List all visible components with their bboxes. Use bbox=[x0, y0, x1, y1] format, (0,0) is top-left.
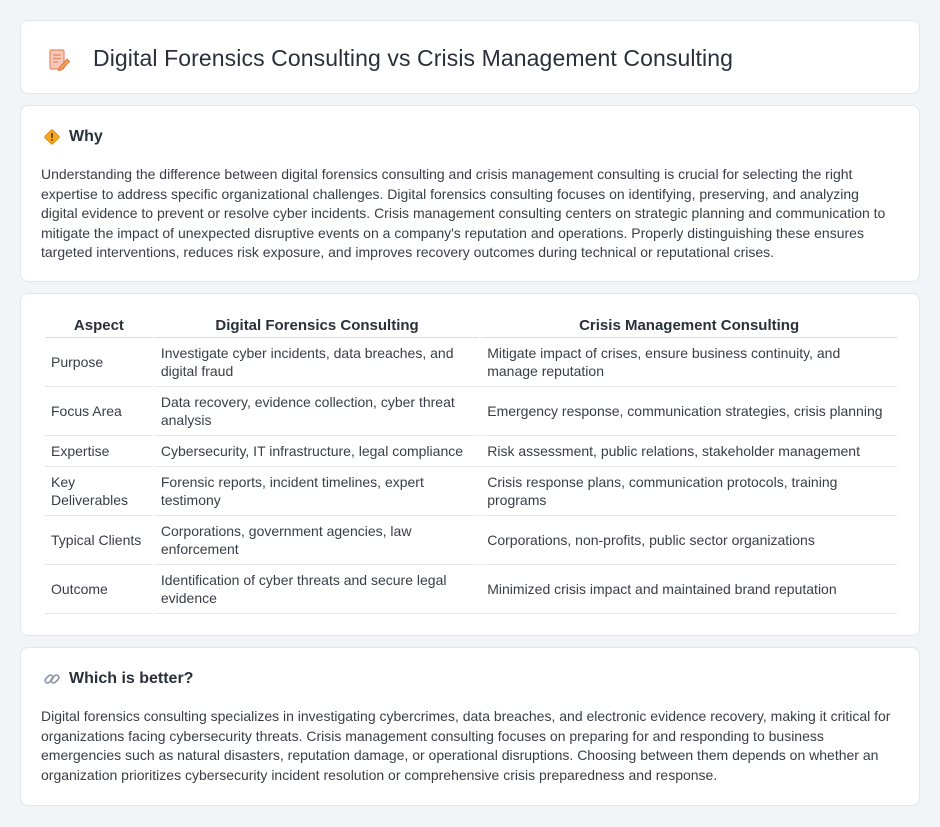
table-row: Outcome Identification of cyber threats … bbox=[45, 565, 897, 614]
row-crisis-management: Crisis response plans, communication pro… bbox=[481, 467, 897, 516]
row-digital-forensics: Identification of cyber threats and secu… bbox=[154, 565, 480, 614]
row-crisis-management: Emergency response, communication strate… bbox=[481, 387, 897, 436]
comparison-table: Aspect Digital Forensics Consulting Cris… bbox=[43, 314, 899, 614]
column-header-aspect: Aspect bbox=[45, 314, 153, 338]
why-heading-label: Why bbox=[69, 128, 103, 145]
row-aspect: Focus Area bbox=[45, 387, 153, 436]
row-crisis-management: Risk assessment, public relations, stake… bbox=[481, 436, 897, 467]
title-card: Digital Forensics Consulting vs Crisis M… bbox=[20, 20, 920, 94]
row-digital-forensics: Data recovery, evidence collection, cybe… bbox=[154, 387, 480, 436]
column-header-crisis-management: Crisis Management Consulting bbox=[481, 314, 897, 338]
row-aspect: Purpose bbox=[45, 338, 153, 387]
column-header-digital-forensics: Digital Forensics Consulting bbox=[154, 314, 480, 338]
why-section: Why Understanding the difference between… bbox=[20, 105, 920, 282]
table-row: Focus Area Data recovery, evidence colle… bbox=[45, 387, 897, 436]
row-digital-forensics: Forensic reports, incident timelines, ex… bbox=[154, 467, 480, 516]
table-row: Key Deliverables Forensic reports, incid… bbox=[45, 467, 897, 516]
row-aspect: Expertise bbox=[45, 436, 153, 467]
row-aspect: Typical Clients bbox=[45, 516, 153, 565]
page-title: Digital Forensics Consulting vs Crisis M… bbox=[93, 45, 734, 71]
table-row: Typical Clients Corporations, government… bbox=[45, 516, 897, 565]
link-icon bbox=[44, 674, 60, 684]
table-header-row: Aspect Digital Forensics Consulting Cris… bbox=[45, 314, 897, 338]
row-aspect: Outcome bbox=[45, 565, 153, 614]
table-row: Expertise Cybersecurity, IT infrastructu… bbox=[45, 436, 897, 467]
table-row: Purpose Investigate cyber incidents, dat… bbox=[45, 338, 897, 387]
row-crisis-management: Minimized crisis impact and maintained b… bbox=[481, 565, 897, 614]
why-paragraph: Understanding the difference between dig… bbox=[41, 166, 886, 261]
which-paragraph: Digital forensics consulting specializes… bbox=[41, 708, 891, 783]
row-crisis-management: Corporations, non-profits, public sector… bbox=[481, 516, 897, 565]
which-heading: Which is better? bbox=[43, 670, 193, 688]
warning-diamond-icon bbox=[44, 129, 60, 145]
row-aspect: Key Deliverables bbox=[45, 467, 153, 516]
which-section: Which is better? Digital forensics consu… bbox=[20, 647, 920, 806]
row-digital-forensics: Investigate cyber incidents, data breach… bbox=[154, 338, 480, 387]
which-heading-label: Which is better? bbox=[69, 670, 194, 687]
document-pencil-icon bbox=[49, 49, 71, 71]
row-digital-forensics: Corporations, government agencies, law e… bbox=[154, 516, 480, 565]
row-crisis-management: Mitigate impact of crises, ensure busine… bbox=[481, 338, 897, 387]
why-heading: Why bbox=[43, 128, 103, 146]
comparison-table-card: Aspect Digital Forensics Consulting Cris… bbox=[20, 293, 920, 636]
row-digital-forensics: Cybersecurity, IT infrastructure, legal … bbox=[154, 436, 480, 467]
